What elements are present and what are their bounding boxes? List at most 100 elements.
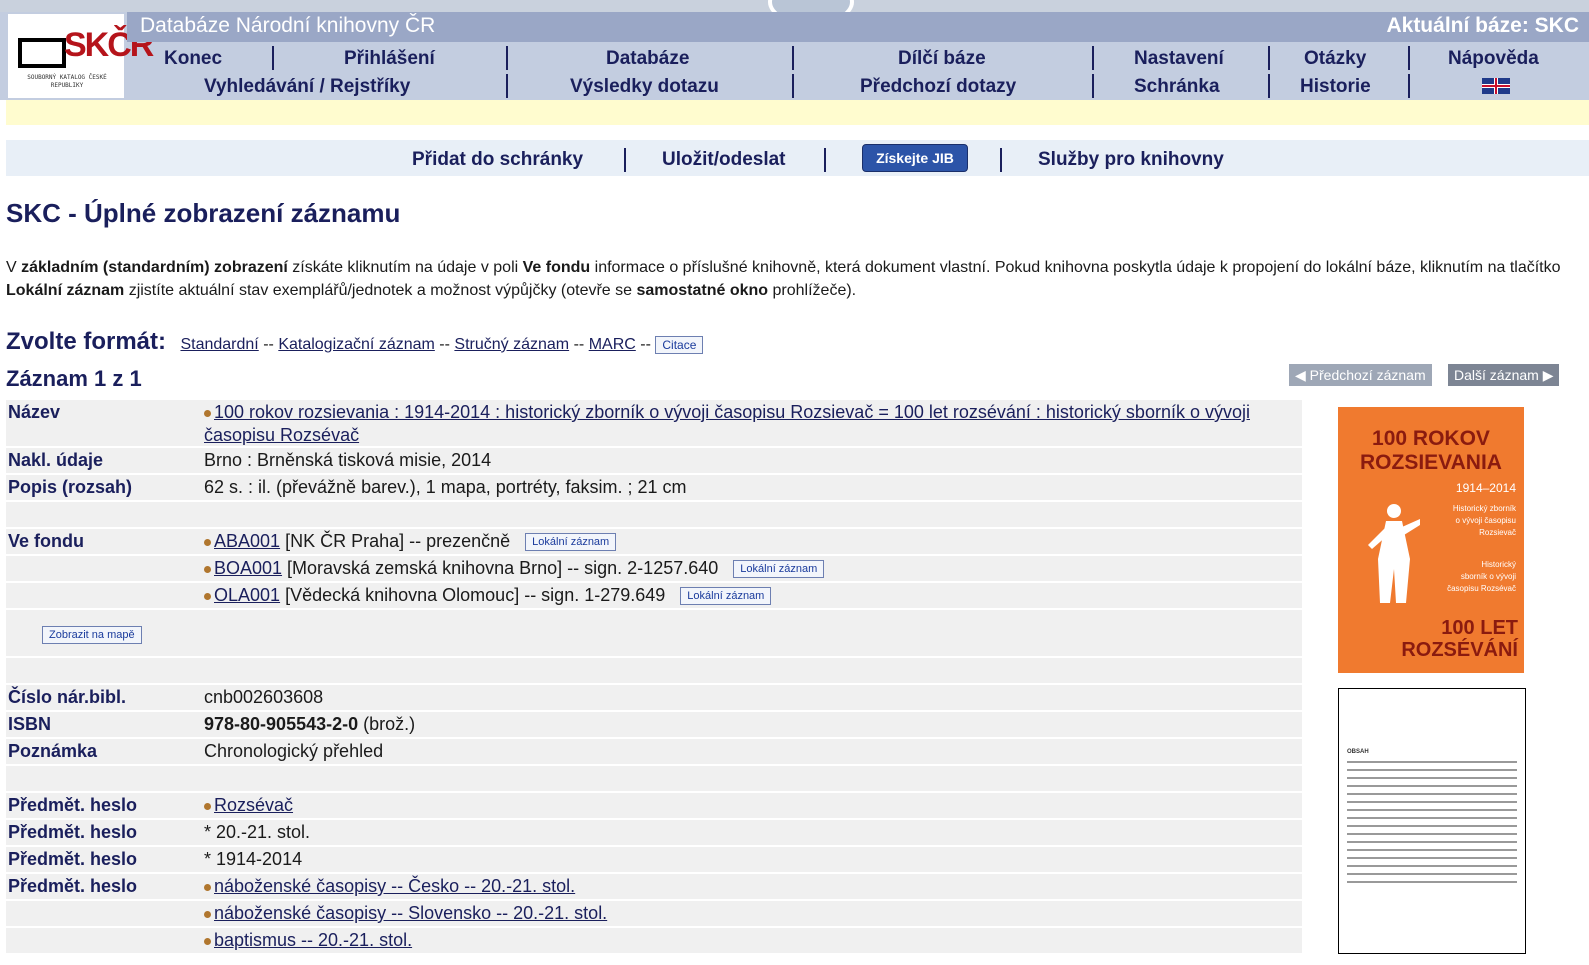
cover-description-cz: Historický sborník o vývoji časopisu Rozsé… bbox=[1447, 560, 1516, 593]
row-label: Popis (rozsah) bbox=[8, 477, 133, 497]
table-row: Předmět. heslo náboženské časopisy -- Če… bbox=[6, 874, 1302, 899]
toc-line bbox=[1347, 817, 1517, 819]
logo-subtitle: SOUBORNÝ KATALOG ČESKÉ REPUBLIKY bbox=[27, 74, 107, 89]
row-value: náboženské časopisy -- Česko -- 20.-21. … bbox=[204, 875, 1294, 898]
subject-link[interactable]: náboženské časopisy -- Česko -- 20.-21. … bbox=[214, 876, 575, 896]
toc-line bbox=[1347, 857, 1517, 859]
nav-databaze[interactable]: Databáze bbox=[606, 48, 689, 70]
row-label: Předmět. heslo bbox=[8, 822, 138, 842]
nav-separator bbox=[506, 46, 508, 70]
nav-separator bbox=[1092, 46, 1094, 70]
english-flag-icon[interactable] bbox=[1482, 78, 1510, 94]
cover-description: Historický zborník o vývoji časopisu Rozsi… bbox=[1452, 504, 1516, 537]
table-row bbox=[6, 502, 1302, 527]
table-row: Zobrazit na mapě bbox=[6, 610, 1302, 656]
row-label: Číslo nár.bibl. bbox=[8, 687, 127, 707]
cover-title: 100 ROKOV ROZSIEVANIA bbox=[1360, 427, 1502, 474]
jib-button[interactable]: Získejte JIB bbox=[862, 144, 968, 172]
format-selector: Zvolte formát: Standardní -- Katalogizač… bbox=[6, 328, 704, 356]
table-row: náboženské časopisy -- Slovensko -- 20.-… bbox=[6, 901, 1302, 926]
table-row bbox=[6, 766, 1302, 791]
title-link[interactable]: 100 rokov rozsievania : 1914-2014 : hist… bbox=[204, 402, 1250, 445]
subject-link[interactable]: Rozsévač bbox=[214, 795, 293, 815]
format-marc-link[interactable]: MARC bbox=[589, 336, 636, 353]
row-value: náboženské časopisy -- Slovensko -- 20.-… bbox=[204, 902, 1294, 925]
library-services-link[interactable]: Služby pro knihovny bbox=[1038, 149, 1224, 171]
nav-otazky[interactable]: Otázky bbox=[1304, 48, 1366, 70]
nav-separator bbox=[272, 46, 274, 70]
subject-link[interactable]: náboženské časopisy -- Slovensko -- 20.-… bbox=[214, 903, 607, 923]
cover-years: 1914–2014 bbox=[1455, 481, 1516, 495]
nav-row-1: Konec Přihlášení Databáze Dílčí báze Nas… bbox=[130, 44, 1589, 74]
cover-bottom-title: 100 LET ROZSÉVÁNÍ bbox=[1401, 617, 1518, 661]
toc-line bbox=[1347, 761, 1517, 763]
row-label: ISBN bbox=[8, 714, 52, 734]
nav-separator bbox=[1268, 74, 1270, 98]
nav-vyhledavani[interactable]: Vyhledávání / Rejstříky bbox=[204, 76, 410, 98]
action-separator bbox=[624, 148, 626, 172]
nav-prihlaseni[interactable]: Přihlášení bbox=[344, 48, 435, 70]
row-value: * 20.-21. stol. bbox=[204, 822, 311, 842]
holding-boa001-link[interactable]: BOA001 bbox=[214, 558, 282, 578]
toc-line bbox=[1347, 825, 1517, 827]
row-value: 62 s. : il. (převážně barev.), 1 mapa, p… bbox=[204, 477, 687, 497]
table-of-contents-image[interactable]: OBSAH bbox=[1338, 688, 1526, 954]
toc-line bbox=[1347, 849, 1517, 851]
format-short-link[interactable]: Stručný záznam bbox=[454, 336, 569, 353]
nav-historie[interactable]: Historie bbox=[1300, 76, 1371, 98]
table-row bbox=[6, 658, 1302, 683]
show-on-map-button[interactable]: Zobrazit na mapě bbox=[42, 626, 142, 644]
logo-rect bbox=[18, 38, 66, 68]
local-record-button[interactable]: Lokální záznam bbox=[680, 587, 772, 606]
table-row: Název 100 rokov rozsievania : 1914-2014 … bbox=[6, 400, 1302, 446]
toc-line bbox=[1347, 785, 1517, 787]
table-row: Předmět. heslo * 20.-21. stol. bbox=[6, 820, 1302, 845]
action-bar: Přidat do schránky Uložit/odeslat Získej… bbox=[6, 140, 1589, 176]
database-title: Databáze Národní knihovny ČR bbox=[140, 14, 436, 37]
nav-predchozi-dotazy[interactable]: Předchozí dotazy bbox=[860, 76, 1016, 98]
nav-napoveda[interactable]: Nápověda bbox=[1448, 48, 1539, 70]
save-send-link[interactable]: Uložit/odeslat bbox=[662, 149, 786, 171]
row-value: OLA001 [Vědecká knihovna Olomouc] -- sig… bbox=[204, 584, 1294, 607]
row-value: 978-80-905543-2-0 (brož.) bbox=[204, 714, 416, 734]
nav-vysledky[interactable]: Výsledky dotazu bbox=[570, 76, 719, 98]
table-row: Číslo nár.bibl. cnb002603608 bbox=[6, 685, 1302, 710]
nav-separator bbox=[792, 74, 794, 98]
subject-link[interactable]: baptismus -- 20.-21. stol. bbox=[214, 930, 412, 950]
next-record-button[interactable]: Další záznam ▶ bbox=[1448, 364, 1560, 386]
message-bar bbox=[6, 100, 1589, 125]
record-counter: Záznam 1 z 1 bbox=[6, 366, 142, 391]
previous-record-button[interactable]: ◀ Předchozí záznam bbox=[1289, 364, 1432, 386]
nav-schranka[interactable]: Schránka bbox=[1134, 76, 1220, 98]
nav-separator bbox=[1408, 74, 1410, 98]
toc-line bbox=[1347, 865, 1517, 867]
skcr-logo[interactable]: SKČR SOUBORNÝ KATALOG ČESKÉ REPUBLIKY bbox=[8, 14, 154, 98]
format-standard-link[interactable]: Standardní bbox=[180, 336, 258, 353]
info-paragraph: V základním (standardním) zobrazení získ… bbox=[6, 259, 1561, 299]
book-cover-image[interactable]: 100 ROKOV ROZSIEVANIA 1914–2014 Historick… bbox=[1338, 407, 1524, 673]
format-catalog-link[interactable]: Katalogizační záznam bbox=[278, 336, 435, 353]
citation-button[interactable]: Citace bbox=[655, 335, 704, 354]
nav-konec[interactable]: Konec bbox=[164, 48, 222, 70]
add-to-cart-link[interactable]: Přidat do schránky bbox=[412, 149, 583, 171]
holding-aba001-link[interactable]: ABA001 bbox=[214, 531, 280, 551]
nav-dilci-baze[interactable]: Dílčí báze bbox=[898, 48, 986, 70]
local-record-button[interactable]: Lokální záznam bbox=[733, 560, 825, 579]
table-row: Předmět. heslo * 1914-2014 bbox=[6, 847, 1302, 872]
nav-separator bbox=[1092, 74, 1094, 98]
row-value: BOA001 [Moravská zemská knihovna Brno] -… bbox=[204, 557, 1294, 580]
toc-line bbox=[1347, 809, 1517, 811]
nav-nastaveni[interactable]: Nastavení bbox=[1134, 48, 1224, 70]
sower-figure-icon bbox=[1368, 504, 1420, 603]
holding-ola001-link[interactable]: OLA001 bbox=[214, 585, 280, 605]
row-value: Rozsévač bbox=[204, 794, 1294, 817]
action-separator bbox=[1000, 148, 1002, 172]
table-row: OLA001 [Vědecká knihovna Olomouc] -- sig… bbox=[6, 583, 1302, 608]
local-record-button[interactable]: Lokální záznam bbox=[525, 533, 617, 552]
table-row: Popis (rozsah) 62 s. : il. (převážně bar… bbox=[6, 475, 1302, 500]
table-row: Nakl. údaje Brno : Brněnská tisková misi… bbox=[6, 448, 1302, 473]
row-value: cnb002603608 bbox=[204, 687, 324, 707]
row-label: Poznámka bbox=[8, 741, 98, 761]
toc-line bbox=[1347, 769, 1517, 771]
row-value: baptismus -- 20.-21. stol. bbox=[204, 929, 1294, 952]
